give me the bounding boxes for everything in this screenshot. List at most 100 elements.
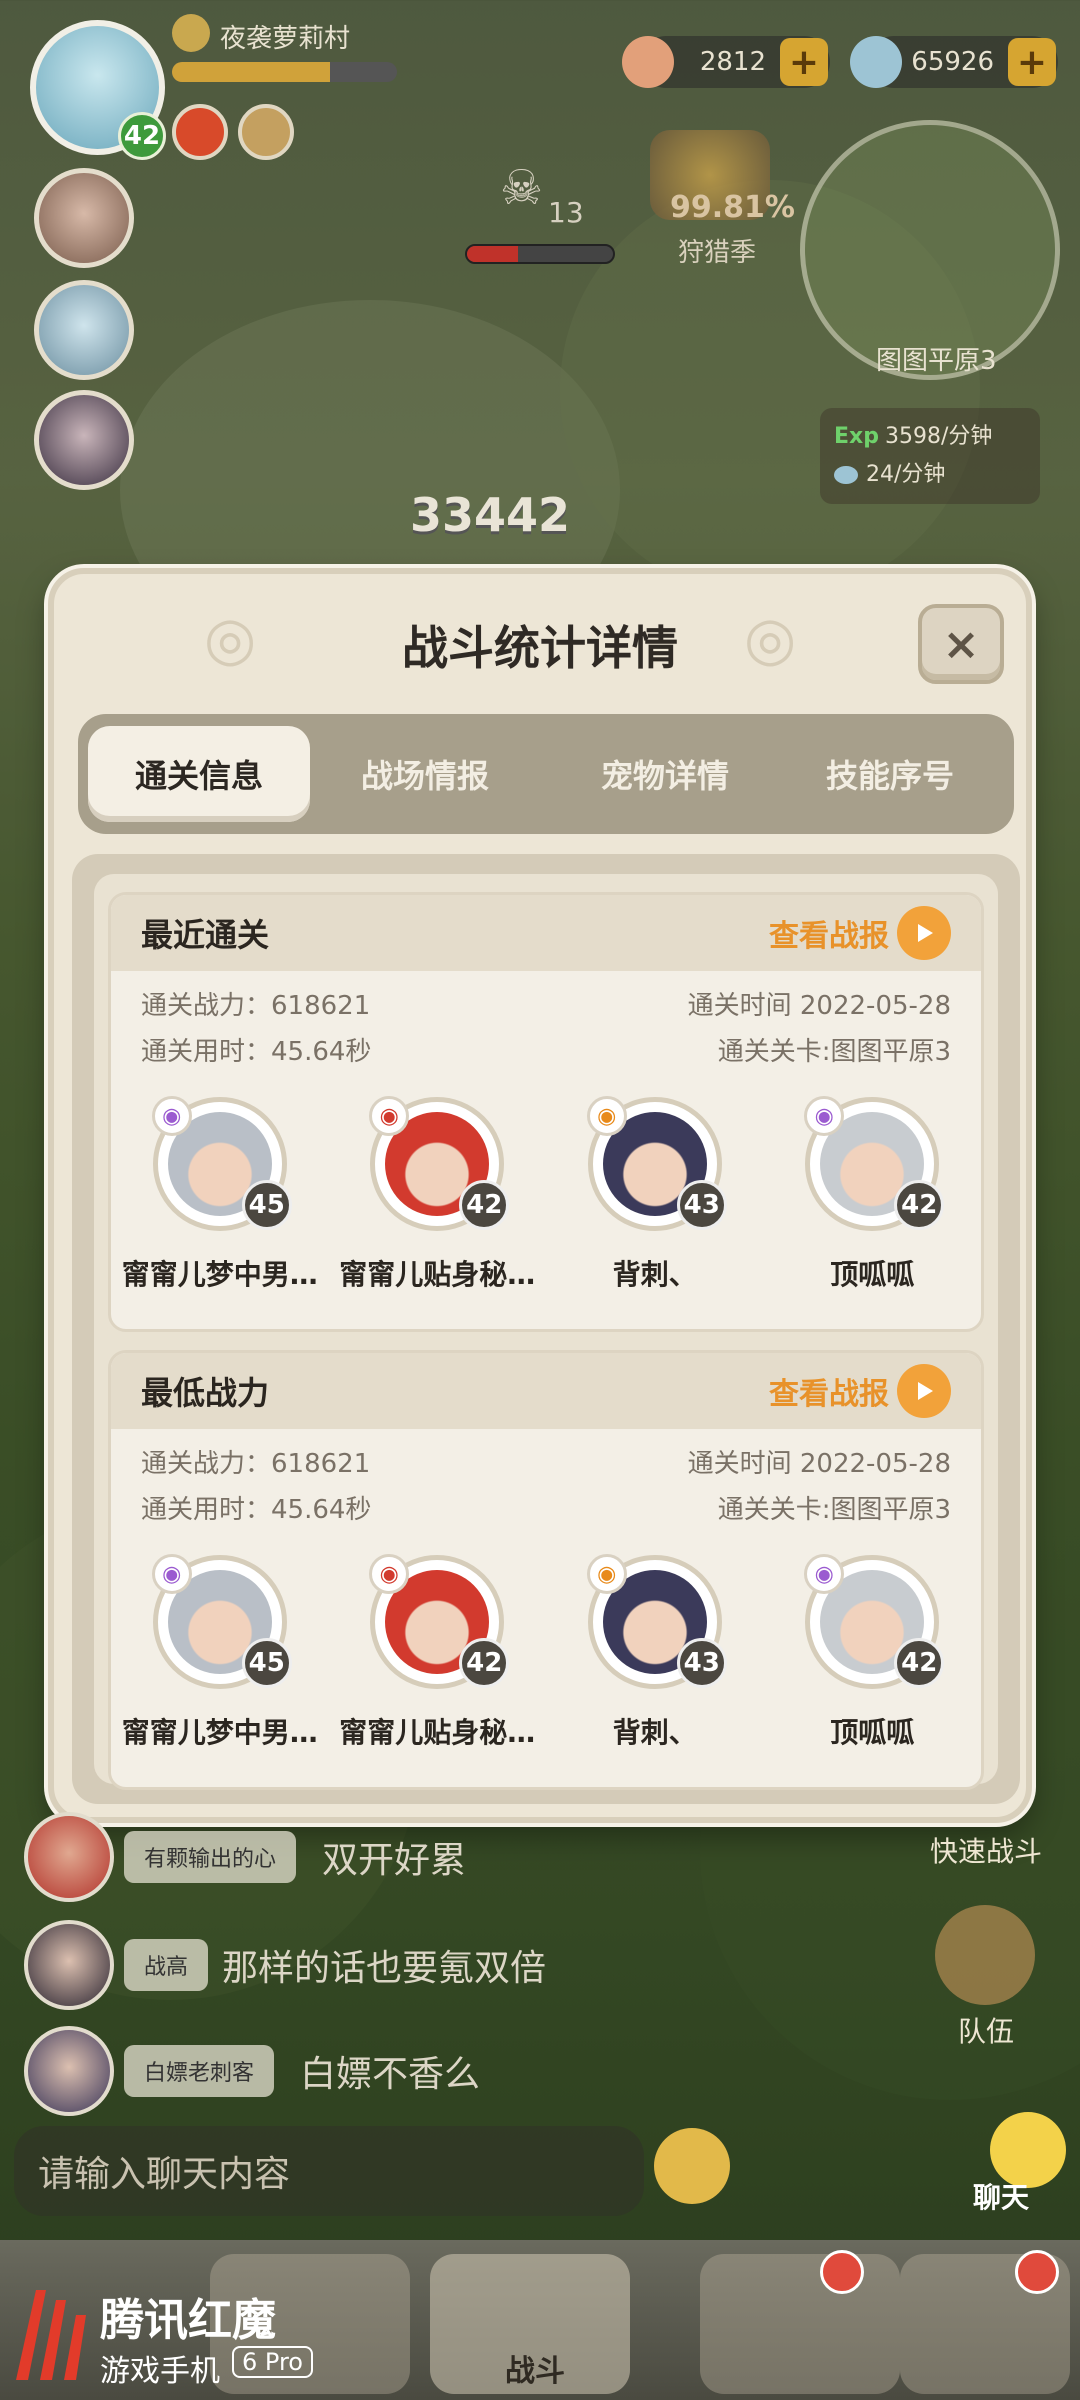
team-member[interactable]: ◉ 42 甯甯儿贴身秘… [332,1096,542,1293]
chat-avatar[interactable] [24,1812,114,1902]
view-report-button[interactable]: 查看战报 [769,906,951,960]
close-button[interactable]: × [918,604,1004,684]
clear-duration: 通关用时：45.64秒 [141,1495,372,1525]
member-avatar: ◉ 43 [586,1554,727,1689]
team-member[interactable]: ◉ 45 甯甯儿梦中男… [115,1096,325,1293]
buff-icon-fire[interactable] [172,104,228,160]
team-member[interactable]: ◉ 45 甯甯儿梦中男… [115,1554,325,1751]
clear-stage: 通关关卡:图图平原3 [717,1037,951,1067]
tab-bar: 通关信息 战场情报 宠物详情 技能序号 [78,714,1014,834]
kill-count: 13 [548,196,584,229]
chat-avatar[interactable] [24,2026,114,2116]
member-level: 45 [241,1180,292,1230]
nav-pet[interactable] [700,2254,900,2394]
team-member[interactable]: ◉ 43 背刺、 [550,1554,760,1751]
currency-1-value: 2812 [699,47,766,77]
chat-sender-name: 白嫖老刺客 [124,2045,275,2097]
records-list[interactable]: 最近通关 查看战报 通关战力：618621 通关用时：45.64秒 通关时间 2… [94,874,998,1790]
brand-subtitle: 游戏手机 [100,2354,220,2389]
tab-skill-order[interactable]: 技能序号 [790,726,990,822]
member-level: 43 [676,1180,727,1230]
team-member[interactable]: ◉ 42 顶呱呱 [767,1096,977,1293]
member-name: 顶呱呱 [830,1716,915,1749]
clear-duration: 通关用时：45.64秒 [141,1037,372,1067]
element-wind-icon: ◉ [151,1096,192,1136]
element-fire-icon: ◉ [369,1554,410,1594]
currency-2-value: 65926 [911,47,994,77]
shell-currency-icon [850,36,902,88]
element-arcane-icon: ◉ [804,1096,845,1136]
record-card-lowest-power: 最低战力 查看战报 通关战力：618621 通关用时：45.64秒 通关时间 2… [108,1350,984,1790]
team-members: ◉ 45 甯甯儿梦中男… ◉ 42 甯甯儿贴身秘… ◉ 43 背刺、 ◉ 42 … [111,1533,981,1751]
member-name: 甯甯儿梦中男… [121,1716,318,1749]
chat-sender-name: 战高 [124,1939,209,1991]
chat-message: 白嫖老刺客 白嫖不香么 [24,2026,480,2116]
red-magic-logo-icon [16,2290,86,2380]
emoji-icon[interactable] [654,2128,730,2204]
buff-icon-pet[interactable] [238,104,294,160]
brand-watermark: 腾讯红魔 [100,2295,276,2346]
chat-button-label[interactable]: 聊天 [973,2176,1029,2216]
hunt-season-percent: 99.81% [670,190,795,225]
element-arcane-icon: ◉ [804,1554,845,1594]
element-fire-icon: ◉ [369,1096,410,1136]
add-currency-2-button[interactable]: + [1008,38,1056,86]
exp-rate-panel: Exp 3598/分钟 24/分钟 [820,408,1040,504]
guild-icon [172,14,210,52]
battle-stats-dialog: ◎ ◎ 战斗统计详情 × 通关信息 战场情报 宠物详情 技能序号 最近通关 查看… [48,568,1032,1823]
member-level: 42 [894,1638,945,1688]
member-avatar: ◉ 45 [151,1096,292,1231]
quick-battle-button[interactable]: 快速战斗 [930,1830,1042,1870]
play-icon [897,906,951,960]
member-level: 42 [894,1180,945,1230]
notification-badge [1015,2250,1059,2294]
member-avatar: ◉ 45 [151,1554,292,1689]
element-wind-icon: ◉ [151,1554,192,1594]
clear-power: 通关战力：618621 [141,991,371,1021]
view-report-button[interactable]: 查看战报 [769,1364,951,1418]
currency-bar-2: 65926 + [850,36,1058,88]
tab-pet-details[interactable]: 宠物详情 [540,726,790,822]
chat-input[interactable]: 请输入聊天内容 [14,2126,644,2216]
member-avatar: ◉ 42 [804,1554,945,1689]
skull-icon: ☠ [500,160,544,216]
chat-avatar[interactable] [24,1920,114,2010]
record-card-latest: 最近通关 查看战报 通关战力：618621 通关用时：45.64秒 通关时间 2… [108,892,984,1332]
team-member[interactable]: ◉ 42 顶呱呱 [767,1554,977,1751]
tab-content-panel: 最近通关 查看战报 通关战力：618621 通关用时：45.64秒 通关时间 2… [72,854,1020,1804]
card-header: 最低战力 查看战报 [111,1353,981,1429]
view-report-label: 查看战报 [769,919,889,954]
element-blade-icon: ◉ [586,1554,627,1594]
meat-currency-icon [622,36,674,88]
player-level-badge: 42 [118,112,166,160]
member-avatar: ◉ 42 [804,1096,945,1231]
team-icon[interactable] [935,1905,1035,2005]
clear-time: 通关时间 2022-05-28 [687,1449,951,1479]
tab-clear-info[interactable]: 通关信息 [88,726,310,822]
team-member[interactable]: ◉ 43 背刺、 [550,1096,760,1293]
member-level: 42 [459,1180,510,1230]
currency-bar-1: 2812 + [622,36,830,88]
chat-text: 白嫖不香么 [300,2054,481,2095]
member-name: 甯甯儿梦中男… [121,1258,318,1291]
chat-message: 有颗输出的心 双开好累 [24,1812,466,1902]
brand-badge: 6 Pro [232,2346,313,2378]
map-name: 图图平原3 [876,346,997,376]
view-report-label: 查看战报 [769,1377,889,1412]
team-member[interactable]: ◉ 42 甯甯儿贴身秘… [332,1554,542,1751]
team-button-label[interactable]: 队伍 [958,2010,1014,2050]
party-member-avatar-3[interactable] [34,390,134,490]
add-currency-1-button[interactable]: + [780,38,828,86]
damage-number: 33442 [410,488,571,542]
member-name: 甯甯儿贴身秘… [339,1716,536,1749]
tab-battlefield-intel[interactable]: 战场情报 [310,726,540,822]
party-member-avatar-1[interactable] [34,168,134,268]
member-level: 43 [676,1638,727,1688]
chat-text: 双开好累 [322,1840,467,1881]
player-exp-bar [172,62,397,82]
chat-message: 战高 那样的话也要氪双倍 [24,1920,546,2010]
dialog-title: 战斗统计详情 [402,621,678,675]
coin-rate: 24/分钟 [866,462,946,487]
party-member-avatar-2[interactable] [34,280,134,380]
nav-battle-label: 战斗 [505,2354,565,2389]
